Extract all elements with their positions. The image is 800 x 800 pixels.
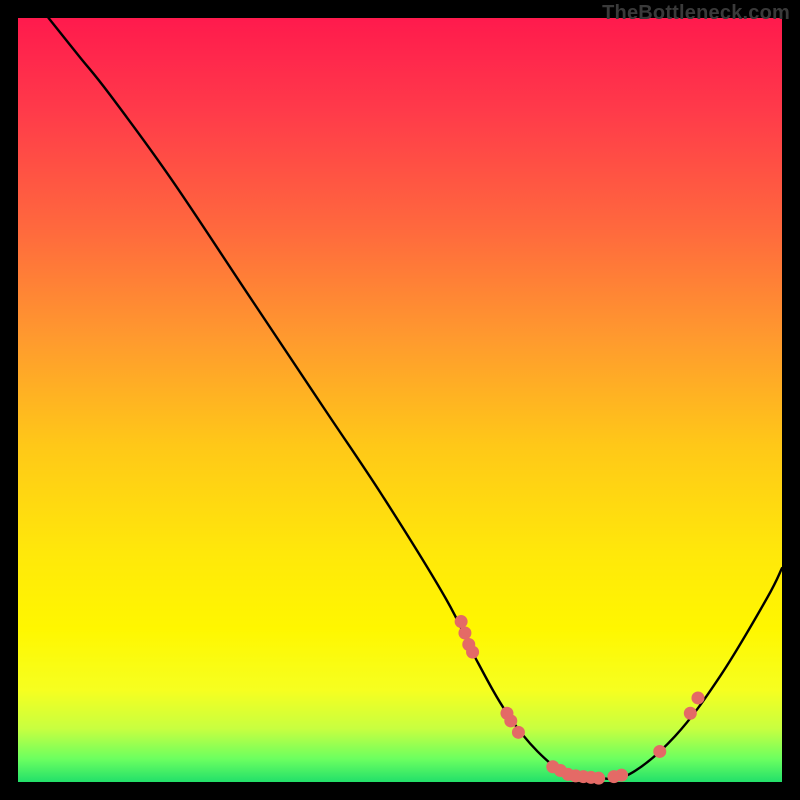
chart-stage: TheBottleneck.com <box>0 0 800 800</box>
data-marker <box>691 691 704 704</box>
data-marker <box>466 646 479 659</box>
data-marker <box>512 726 525 739</box>
bottleneck-curve <box>49 18 782 779</box>
data-marker <box>592 772 605 785</box>
data-marker <box>504 714 517 727</box>
plot-area <box>18 18 782 782</box>
marker-layer <box>455 615 705 785</box>
curve-layer <box>49 18 782 779</box>
data-marker <box>653 745 666 758</box>
data-marker <box>455 615 468 628</box>
data-marker <box>615 769 628 782</box>
chart-svg <box>18 18 782 782</box>
data-marker <box>684 707 697 720</box>
attribution-label: TheBottleneck.com <box>602 2 790 25</box>
data-marker <box>458 627 471 640</box>
